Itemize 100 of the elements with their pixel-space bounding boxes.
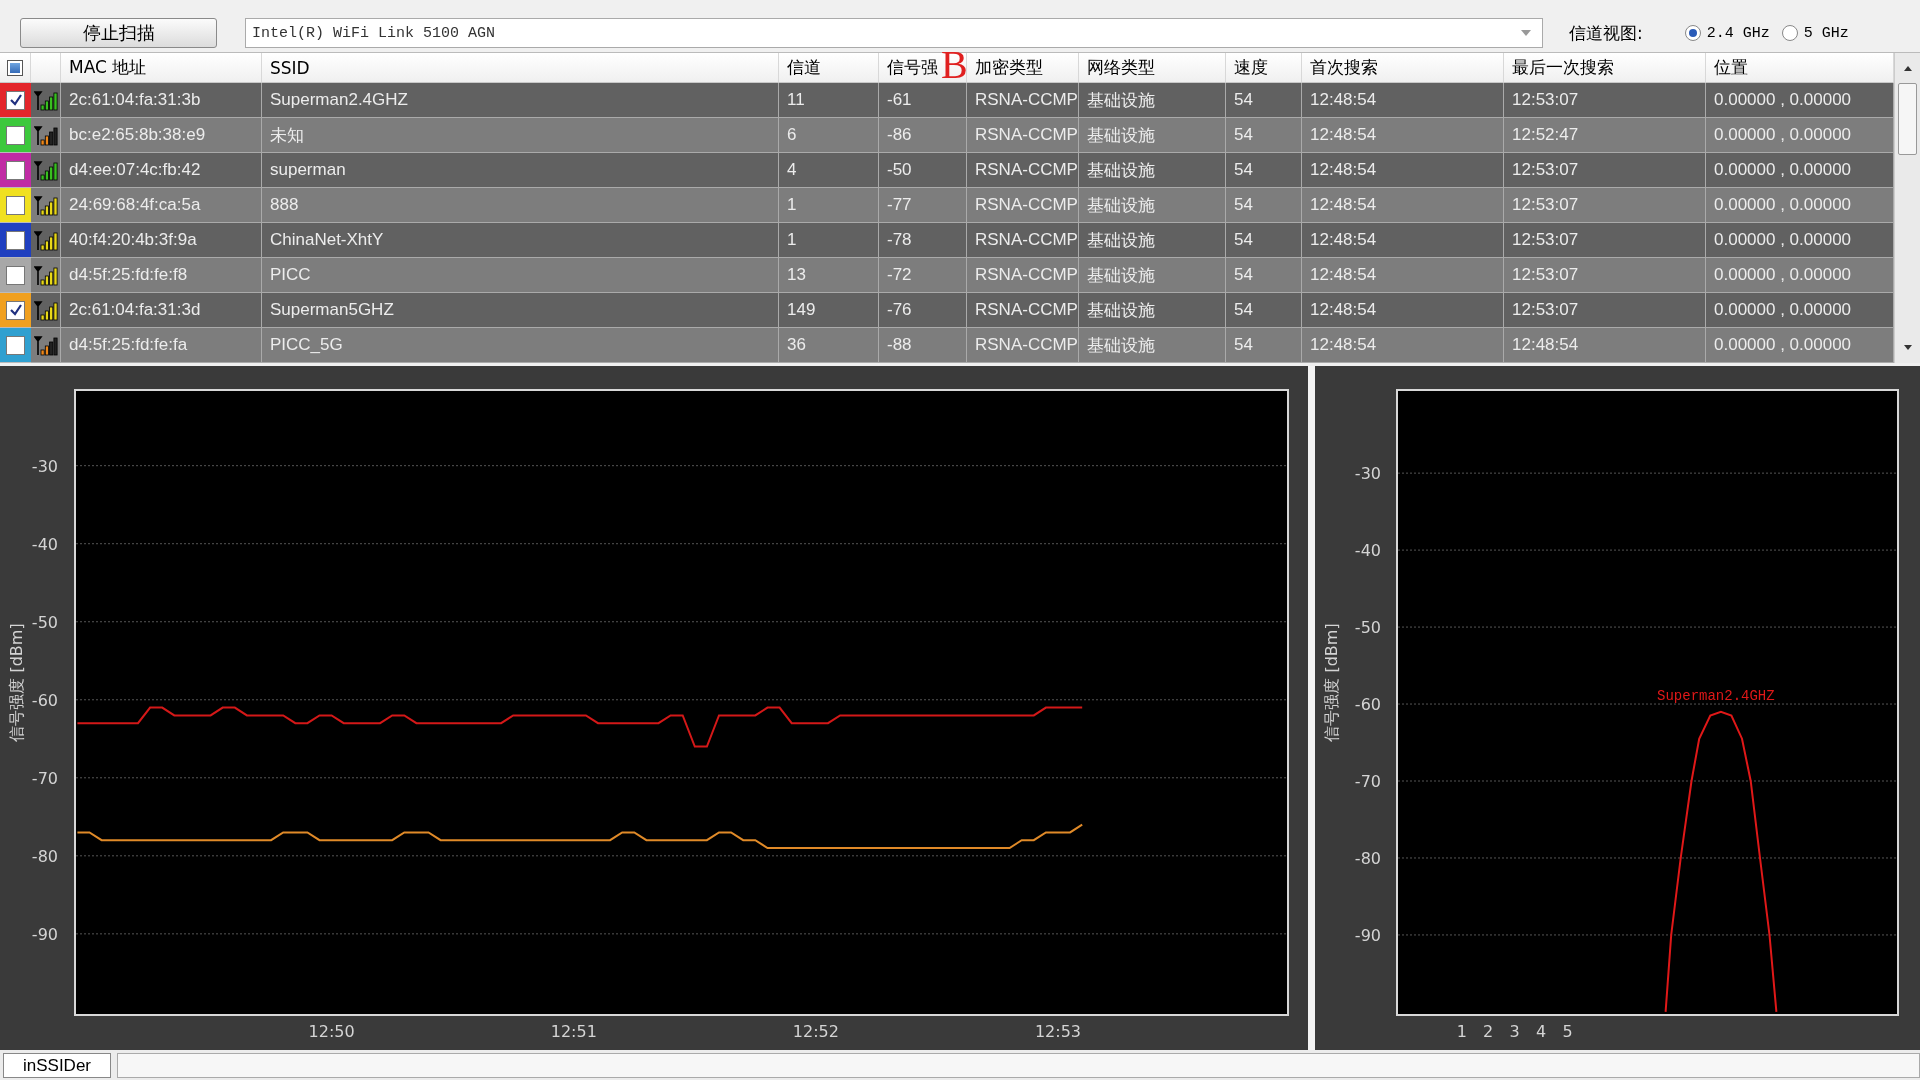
row-checkbox[interactable]	[6, 160, 25, 180]
band-radio[interactable]	[1781, 25, 1798, 41]
caret-icon	[1520, 29, 1532, 37]
row-checkbox[interactable]	[6, 335, 25, 355]
column-header[interactable]: 信号强 B	[879, 53, 967, 83]
axis-label: -80	[31, 846, 58, 866]
table-cell: 2c:61:04:fa:31:3d	[61, 293, 262, 328]
axis-label: -40	[1354, 541, 1381, 561]
series-label: Superman2.4GHZ	[1657, 687, 1775, 704]
table-cell: 12:53:07	[1504, 188, 1706, 223]
column-header[interactable]: 最后一次搜索	[1504, 53, 1706, 83]
table-cell: 12:48:54	[1302, 223, 1504, 258]
axis-label: -30	[31, 456, 58, 476]
table-cell: 36	[779, 328, 879, 363]
column-header[interactable]: SSID	[262, 53, 779, 83]
axis-label: 12:52	[792, 1022, 839, 1041]
column-header[interactable]: 速度	[1226, 53, 1302, 83]
row-checkbox[interactable]	[6, 90, 25, 110]
table-cell: 12:48:54	[1302, 258, 1504, 293]
band-radio[interactable]	[1684, 25, 1701, 41]
table-cell: 0.00000 , 0.00000	[1706, 293, 1894, 328]
axis-label: -50	[1354, 618, 1381, 638]
signal-icon	[34, 334, 58, 356]
table-cell: 0.00000 , 0.00000	[1706, 118, 1894, 153]
column-header[interactable]: 信道	[779, 53, 879, 83]
table-cell: RSNA-CCMP	[967, 188, 1079, 223]
row-checkbox[interactable]	[6, 265, 25, 285]
row-checkbox[interactable]	[6, 230, 25, 250]
scrollbar[interactable]	[1894, 53, 1920, 363]
table-cell: ChinaNet-XhtY	[262, 223, 779, 258]
table-cell: RSNA-CCMP	[967, 83, 1079, 118]
table-cell: d4:5f:25:fd:fe:f8	[61, 258, 262, 293]
row-checkbox[interactable]	[6, 300, 25, 320]
table-cell: -77	[879, 188, 967, 223]
table-cell: -72	[879, 258, 967, 293]
table-cell: RSNA-CCMP	[967, 328, 1079, 363]
column-header[interactable]: 首次搜索	[1302, 53, 1504, 83]
table-cell: Superman5GHZ	[262, 293, 779, 328]
signal-icon	[34, 194, 58, 216]
axis-label: -80	[1354, 849, 1381, 868]
table-cell: 12:48:54	[1302, 188, 1504, 223]
table-cell: Superman2.4GHZ	[262, 83, 779, 118]
adapter-dropdown[interactable]: Intel(R) WiFi Link 5100 AGN	[245, 18, 1543, 48]
table-cell: 基础设施	[1079, 118, 1226, 153]
axis-label: -50	[31, 612, 58, 632]
table-cell: 0.00000 , 0.00000	[1706, 153, 1894, 188]
table-cell: RSNA-CCMP	[967, 258, 1079, 293]
dropdown-value: Intel(R) WiFi Link 5100 AGN	[252, 24, 496, 42]
table-cell: 12:53:07	[1504, 223, 1706, 258]
table-cell: 基础设施	[1079, 223, 1226, 258]
axis-label: -90	[1354, 925, 1381, 945]
axis-label: 4	[1536, 1022, 1547, 1041]
column-header[interactable]: 网络类型	[1079, 53, 1226, 83]
column-header[interactable]: 加密类型	[967, 53, 1079, 83]
channel-view-label: 信道视图:	[1569, 21, 1643, 45]
column-header[interactable]: MAC 地址	[61, 53, 262, 83]
axis-label: -60	[31, 690, 58, 710]
table-cell: 54	[1226, 258, 1302, 293]
axis-label: -30	[1354, 464, 1381, 484]
axis-label: 2	[1483, 1022, 1494, 1041]
scrollbar-thumb[interactable]	[1898, 83, 1917, 155]
table-cell: -86	[879, 118, 967, 153]
axis-label: 3	[1509, 1022, 1520, 1041]
signal-icon	[34, 89, 58, 111]
table-cell: 12:52:47	[1504, 118, 1706, 153]
signal-icon	[34, 124, 58, 146]
table-cell: RSNA-CCMP	[967, 118, 1079, 153]
select-all-checkbox[interactable]	[7, 59, 23, 76]
table-cell: 11	[779, 83, 879, 118]
table-cell: 2c:61:04:fa:31:3b	[61, 83, 262, 118]
axis-title: 信号强度 [dBm]	[7, 623, 26, 742]
app-tab[interactable]: inSSIDer	[3, 1053, 111, 1078]
signal-icon	[34, 159, 58, 181]
table-cell: 基础设施	[1079, 188, 1226, 223]
table-cell: 24:69:68:4f:ca:5a	[61, 188, 262, 223]
table-cell: 12:48:54	[1302, 328, 1504, 363]
table-cell: PICC	[262, 258, 779, 293]
axis-label: -60	[1354, 695, 1381, 715]
table-cell: 12:53:07	[1504, 83, 1706, 118]
table-cell: 基础设施	[1079, 258, 1226, 293]
table-cell: 13	[779, 258, 879, 293]
table-cell: RSNA-CCMP	[967, 153, 1079, 188]
column-header[interactable]: 位置	[1706, 53, 1894, 83]
axis-label: -70	[1354, 772, 1381, 791]
row-checkbox[interactable]	[6, 195, 25, 215]
table-cell: superman	[262, 153, 779, 188]
stop-scan-button[interactable]: 停止扫描	[20, 18, 217, 48]
table-cell: -76	[879, 293, 967, 328]
table-cell: d4:ee:07:4c:fb:42	[61, 153, 262, 188]
radio-label: 2.4 GHz	[1706, 24, 1770, 42]
signal-icon	[34, 299, 58, 321]
axis-label: -70	[31, 768, 58, 788]
table-cell: 12:48:54	[1302, 293, 1504, 328]
row-checkbox[interactable]	[6, 125, 25, 145]
table-cell: 0.00000 , 0.00000	[1706, 83, 1894, 118]
table-cell: 12:48:54	[1504, 328, 1706, 363]
table-cell: 54	[1226, 223, 1302, 258]
table-cell: bc:e2:65:8b:38:e9	[61, 118, 262, 153]
axis-label: 1	[1456, 1022, 1467, 1041]
axis-label: 12:51	[550, 1022, 597, 1041]
